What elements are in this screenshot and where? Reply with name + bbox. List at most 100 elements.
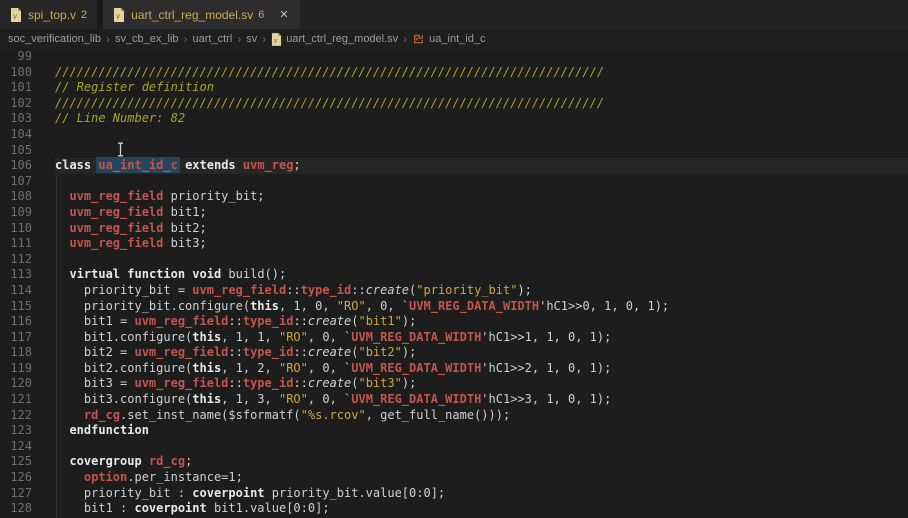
- line-number[interactable]: 109: [0, 205, 55, 221]
- line-number[interactable]: 114: [0, 283, 55, 299]
- breadcrumb: soc_verification_lib › sv_cb_ex_lib › ua…: [0, 29, 908, 49]
- line-number[interactable]: 121: [0, 392, 55, 408]
- class-symbol-icon: [412, 33, 425, 45]
- code-line-text: rd_cg.set_inst_name($sformatf("%s.rcov",…: [83, 407, 511, 422]
- chevron-right-icon: ›: [403, 32, 408, 46]
- code-line[interactable]: 124: [0, 439, 908, 455]
- code-line[interactable]: 107: [0, 174, 908, 190]
- code-line-text: priority_bit.configure(this, 1, 0, "RO",…: [55, 298, 670, 313]
- code-editor-window: v spi_top.v 2 v uart_ctrl_reg_model.sv 6…: [0, 0, 908, 518]
- code-line[interactable]: 101// Register definition: [0, 80, 908, 96]
- code-line[interactable]: 111 uvm_reg_field bit3;: [0, 236, 908, 252]
- code-line[interactable]: 120 bit3 = uvm_reg_field::type_id::creat…: [0, 376, 908, 392]
- verilog-file-icon: v: [10, 7, 22, 22]
- code-line[interactable]: 104: [0, 127, 908, 143]
- line-number[interactable]: 101: [0, 80, 55, 96]
- code-lines: 99 100///////////////////////////////////…: [0, 49, 908, 517]
- line-number[interactable]: 112: [0, 252, 55, 268]
- tab-spi-top[interactable]: v spi_top.v 2: [0, 0, 104, 29]
- code-line[interactable]: 123 endfunction: [0, 423, 908, 439]
- code-line-text: covergroup rd_cg;: [69, 454, 193, 469]
- line-number[interactable]: 102: [0, 96, 55, 112]
- line-number[interactable]: 104: [0, 127, 55, 143]
- code-line[interactable]: 100/////////////////////////////////////…: [0, 65, 908, 81]
- code-line[interactable]: 105: [0, 143, 908, 159]
- code-line-text: ////////////////////////////////////////…: [55, 64, 605, 79]
- line-number[interactable]: 119: [0, 361, 55, 377]
- close-icon[interactable]: ✕: [276, 7, 291, 22]
- line-number[interactable]: 117: [0, 330, 55, 346]
- code-line-text: class ua_int_id_c extends uvm_reg;: [55, 157, 908, 174]
- code-line[interactable]: 122 rd_cg.set_inst_name($sformatf("%s.rc…: [0, 408, 908, 424]
- code-line[interactable]: 109 uvm_reg_field bit1;: [0, 205, 908, 221]
- code-line[interactable]: 126 option.per_instance=1;: [0, 470, 908, 486]
- line-number[interactable]: 107: [0, 174, 55, 190]
- breadcrumb-item[interactable]: uart_ctrl: [193, 33, 233, 45]
- code-line-text: virtual function void build();: [69, 267, 287, 282]
- code-line-text: // Line Number: 82: [55, 111, 186, 126]
- code-line[interactable]: 114 priority_bit = uvm_reg_field::type_i…: [0, 283, 908, 299]
- code-line-text: bit2.configure(this, 1, 2, "RO", 0, `UVM…: [55, 360, 612, 375]
- line-number[interactable]: 120: [0, 376, 55, 392]
- svg-text:v: v: [274, 36, 278, 45]
- code-line-text: bit1 = uvm_reg_field::type_id::create("b…: [55, 314, 417, 329]
- code-line[interactable]: 110 uvm_reg_field bit2;: [0, 221, 908, 237]
- code-line[interactable]: 119 bit2.configure(this, 1, 2, "RO", 0, …: [0, 361, 908, 377]
- code-line[interactable]: 121 bit3.configure(this, 1, 3, "RO", 0, …: [0, 392, 908, 408]
- code-line-text: ////////////////////////////////////////…: [55, 95, 605, 110]
- code-line[interactable]: 102/////////////////////////////////////…: [0, 96, 908, 112]
- code-line[interactable]: 118 bit2 = uvm_reg_field::type_id::creat…: [0, 345, 908, 361]
- code-line-text: option.per_instance=1;: [83, 470, 243, 485]
- svg-text:v: v: [116, 11, 120, 21]
- verilog-file-icon: v: [271, 32, 282, 46]
- code-line-text: bit2 = uvm_reg_field::type_id::create("b…: [55, 345, 417, 360]
- line-number[interactable]: 118: [0, 345, 55, 361]
- line-number[interactable]: 111: [0, 236, 55, 252]
- chevron-right-icon: ›: [237, 32, 242, 46]
- code-line-text: priority_bit = uvm_reg_field::type_id::c…: [55, 282, 532, 297]
- line-number[interactable]: 113: [0, 267, 55, 283]
- code-line[interactable]: 103// Line Number: 82: [0, 111, 908, 127]
- line-number[interactable]: 103: [0, 111, 55, 127]
- breadcrumb-item[interactable]: sv: [246, 33, 257, 45]
- code-line[interactable]: 99: [0, 49, 908, 65]
- code-line[interactable]: 108 uvm_reg_field priority_bit;: [0, 189, 908, 205]
- code-line[interactable]: 117 bit1.configure(this, 1, 1, "RO", 0, …: [0, 330, 908, 346]
- line-number[interactable]: 110: [0, 221, 55, 237]
- code-editor[interactable]: 99 100///////////////////////////////////…: [0, 49, 908, 518]
- code-line[interactable]: 112: [0, 252, 908, 268]
- breadcrumb-file[interactable]: uart_ctrl_reg_model.sv: [286, 33, 398, 45]
- line-number[interactable]: 116: [0, 314, 55, 330]
- code-line-text: uvm_reg_field bit3;: [69, 236, 207, 251]
- line-number[interactable]: 123: [0, 423, 55, 439]
- tab-uart-ctrl-reg-model[interactable]: v uart_ctrl_reg_model.sv 6 ✕: [103, 0, 300, 29]
- code-line[interactable]: 113 virtual function void build();: [0, 267, 908, 283]
- code-line[interactable]: 125 covergroup rd_cg;: [0, 454, 908, 470]
- line-number[interactable]: 115: [0, 299, 55, 315]
- code-line[interactable]: 127 priority_bit : coverpoint priority_b…: [0, 486, 908, 502]
- breadcrumb-item[interactable]: soc_verification_lib: [8, 33, 101, 45]
- line-number[interactable]: 108: [0, 189, 55, 205]
- line-number[interactable]: 99: [0, 49, 55, 65]
- code-line[interactable]: 116 bit1 = uvm_reg_field::type_id::creat…: [0, 314, 908, 330]
- svg-text:v: v: [13, 11, 17, 21]
- line-number[interactable]: 106: [0, 158, 55, 174]
- line-number[interactable]: 126: [0, 470, 55, 486]
- breadcrumb-symbol[interactable]: ua_int_id_c: [429, 33, 485, 45]
- line-number[interactable]: 122: [0, 408, 55, 424]
- code-line[interactable]: 115 priority_bit.configure(this, 1, 0, "…: [0, 299, 908, 315]
- breadcrumb-item[interactable]: sv_cb_ex_lib: [115, 33, 179, 45]
- code-line[interactable]: 106 class ua_int_id_c extends uvm_reg;: [0, 157, 908, 174]
- line-number[interactable]: 127: [0, 486, 55, 502]
- code-line[interactable]: 128 bit1 : coverpoint bit1.value[0:0];: [0, 501, 908, 517]
- line-number[interactable]: 124: [0, 439, 55, 455]
- line-number[interactable]: 125: [0, 454, 55, 470]
- line-number[interactable]: 100: [0, 65, 55, 81]
- line-number[interactable]: 105: [0, 143, 55, 159]
- tab-label: uart_ctrl_reg_model.sv: [131, 7, 254, 22]
- line-number[interactable]: 128: [0, 501, 55, 517]
